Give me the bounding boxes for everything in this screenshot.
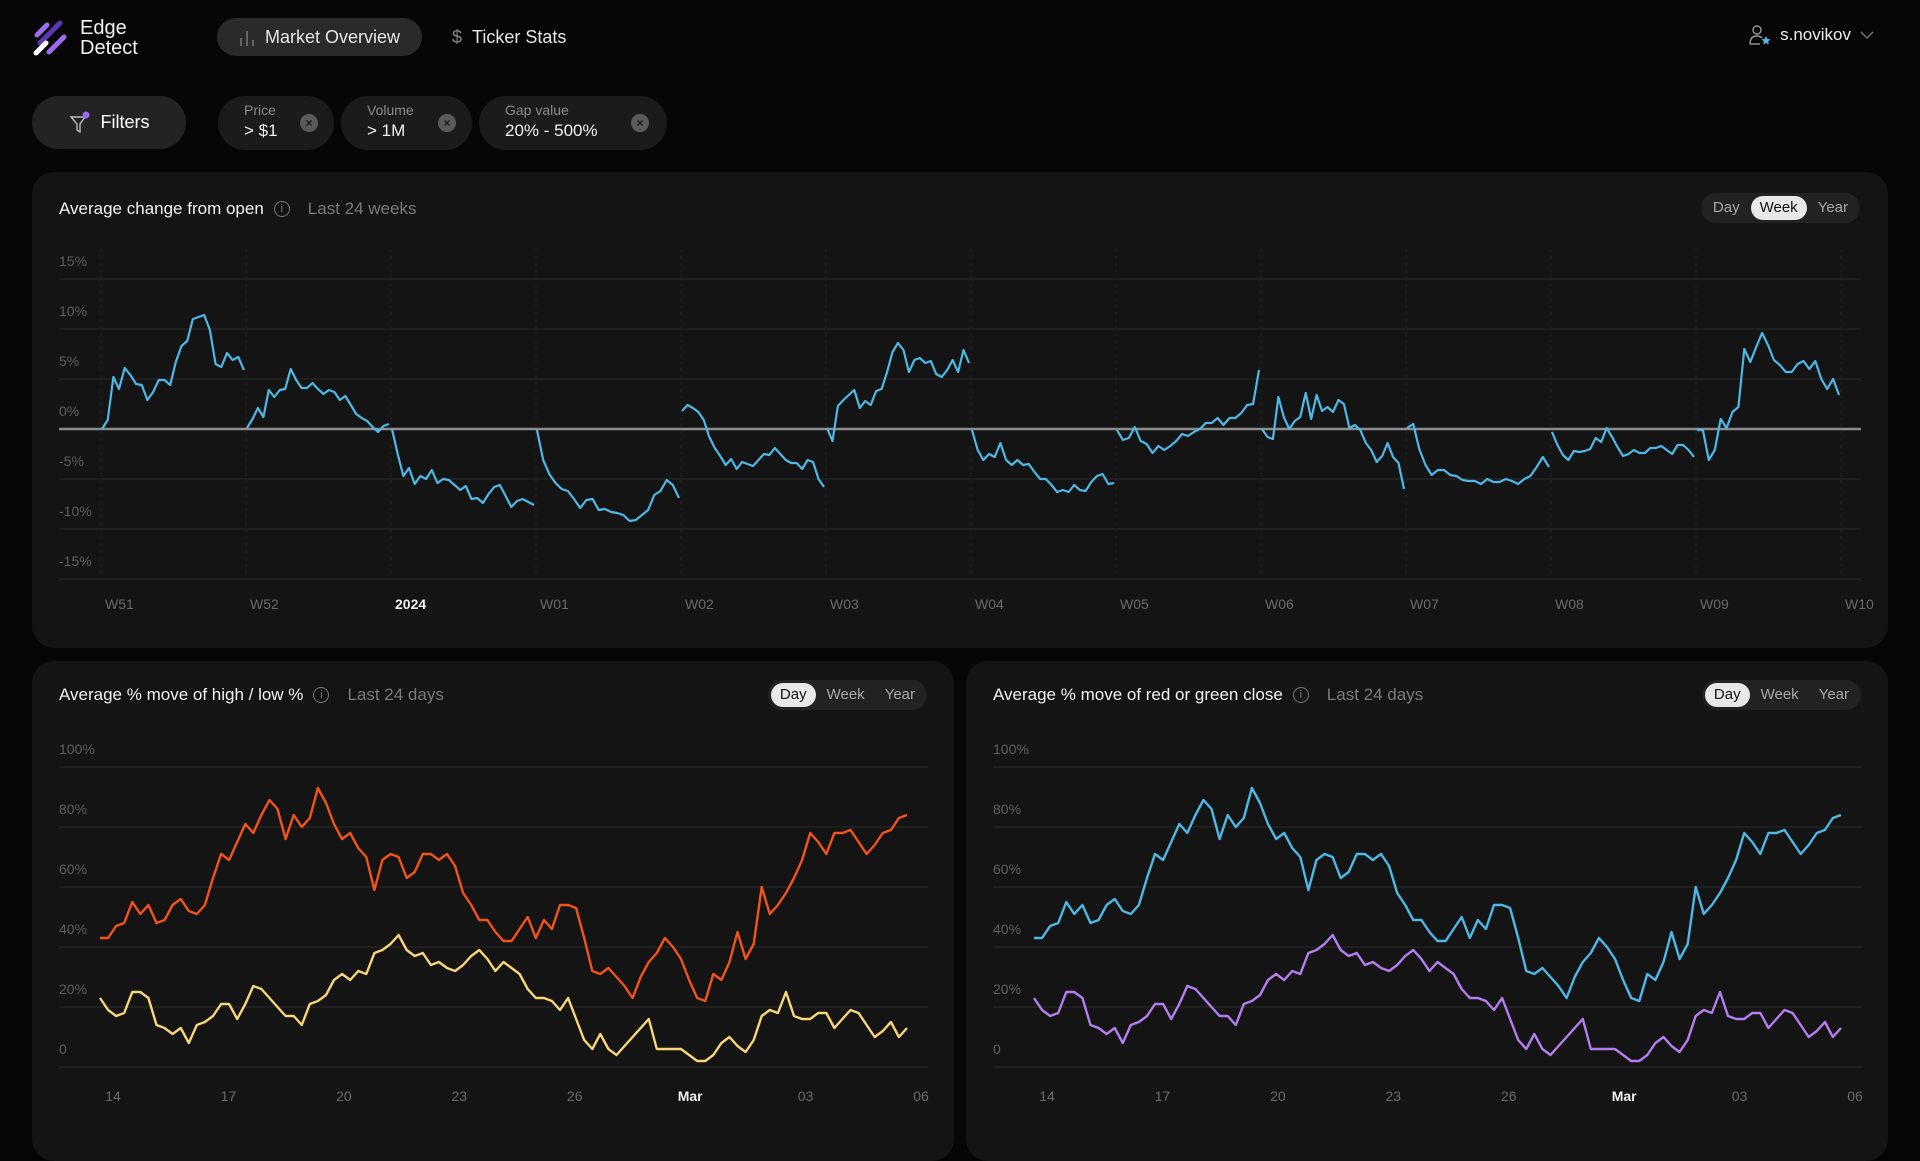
x-tick-label: W51 — [105, 596, 134, 612]
y-tick-label: 10% — [59, 303, 87, 319]
x-tick-label: Mar — [678, 1088, 703, 1104]
series-line-segment — [535, 429, 680, 523]
x-tick-label: W06 — [1265, 596, 1294, 612]
x-tick-label: 03 — [798, 1088, 814, 1104]
x-tick-label: 03 — [1732, 1088, 1748, 1104]
series-line-segment — [1550, 426, 1695, 462]
series-line-segment — [1697, 331, 1841, 462]
series-line-segment — [1406, 422, 1550, 486]
series-line-segment — [970, 429, 1115, 494]
x-tick-label: 14 — [105, 1088, 121, 1104]
y-tick-label: -15% — [59, 553, 92, 569]
x-tick-label: 14 — [1039, 1088, 1055, 1104]
x-tick-label: 20 — [1270, 1088, 1286, 1104]
series-line-segment — [825, 341, 971, 443]
x-tick-label: W09 — [1700, 596, 1729, 612]
x-tick-label: W07 — [1410, 596, 1439, 612]
y-tick-label: 100% — [59, 741, 95, 757]
x-tick-label: W05 — [1120, 596, 1149, 612]
x-tick-label: 20 — [336, 1088, 352, 1104]
x-tick-label: W01 — [540, 596, 569, 612]
series-line-segment — [681, 403, 825, 488]
series-line-segment — [101, 313, 246, 430]
y-tick-label: 40% — [59, 921, 87, 937]
x-tick-label: 17 — [221, 1088, 237, 1104]
x-tick-label: W08 — [1555, 596, 1584, 612]
x-tick-label: Mar — [1612, 1088, 1637, 1104]
x-tick-label: 23 — [1385, 1088, 1401, 1104]
y-tick-label: 5% — [59, 353, 79, 369]
y-tick-label: -5% — [59, 453, 84, 469]
x-tick-label: 23 — [451, 1088, 467, 1104]
series-line-0 — [1034, 786, 1842, 1003]
series-line-segment — [1261, 391, 1406, 490]
series-line-0 — [100, 786, 908, 1003]
y-tick-label: 0 — [59, 1041, 67, 1057]
x-tick-label: W04 — [975, 596, 1004, 612]
y-tick-label: 20% — [59, 981, 87, 997]
series-line-segment — [390, 428, 535, 509]
x-tick-label: W02 — [685, 596, 714, 612]
y-tick-label: 80% — [993, 801, 1021, 817]
y-tick-label: 0% — [59, 403, 79, 419]
x-tick-label: W10 — [1845, 596, 1874, 612]
x-tick-label: 17 — [1155, 1088, 1171, 1104]
charts-layer: 15% 10% 5% 0% -5% -10% -15% W51 W52 2024 W01 W02 W03… — [59, 249, 1874, 1104]
y-tick-label: -10% — [59, 503, 92, 519]
series-line-1 — [1033, 933, 1842, 1063]
y-tick-label: 40% — [993, 921, 1021, 937]
y-tick-label: 100% — [993, 741, 1029, 757]
x-tick-label: W03 — [830, 596, 859, 612]
x-tick-label: 26 — [567, 1088, 583, 1104]
y-tick-label: 80% — [59, 801, 87, 817]
y-tick-label: 60% — [993, 861, 1021, 877]
x-tick-label: 06 — [1847, 1088, 1863, 1104]
x-tick-label: 2024 — [395, 596, 426, 612]
y-tick-label: 0 — [993, 1041, 1001, 1057]
y-tick-label: 60% — [59, 861, 87, 877]
series-line-1 — [99, 933, 908, 1063]
y-tick-label: 15% — [59, 253, 87, 269]
x-tick-label: 26 — [1501, 1088, 1517, 1104]
x-tick-label: 06 — [913, 1088, 929, 1104]
y-tick-label: 20% — [993, 981, 1021, 997]
x-tick-label: W52 — [250, 596, 279, 612]
series-line-segment — [1116, 369, 1261, 455]
